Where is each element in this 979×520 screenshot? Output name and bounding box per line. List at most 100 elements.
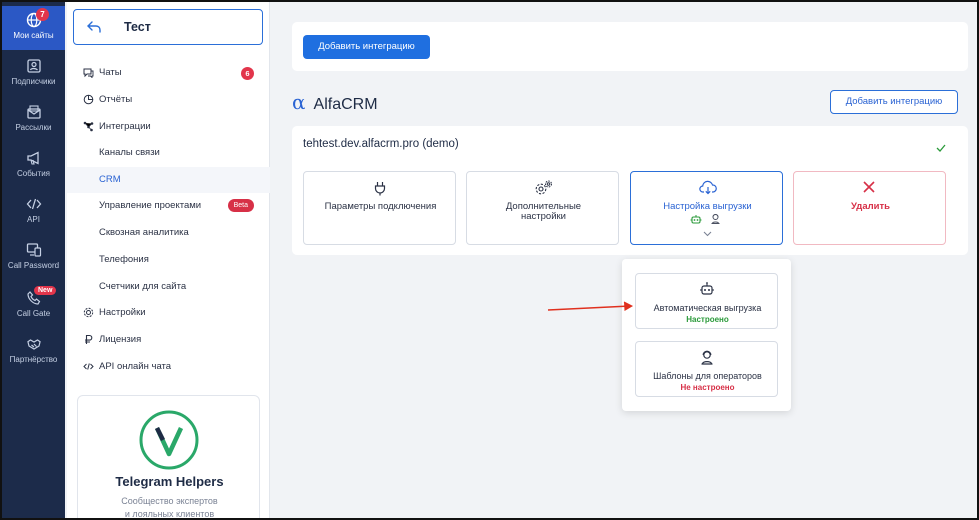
gears-icon [535, 180, 552, 195]
sidebar-item-chat-api[interactable]: API онлайн чата [67, 354, 270, 380]
chevron-down-icon [703, 231, 712, 237]
rail-item-partnership[interactable]: Партнёрство [2, 336, 65, 364]
notification-badge: 7 [36, 8, 49, 21]
beta-badge: Beta [227, 199, 254, 212]
rail-label: Мои сайты [13, 31, 54, 40]
megaphone-icon [26, 151, 39, 165]
tile-label: Настройка выгрузки [631, 202, 784, 212]
operator-status-icon [711, 214, 720, 224]
option-status: Не настроено [680, 383, 735, 392]
check-icon [936, 144, 946, 152]
sidebar-item-label: Каналы связи [99, 147, 160, 158]
sidebar-item-integrations[interactable]: Интеграции [67, 114, 270, 140]
sidebar-item-label: Отчёты [99, 94, 133, 105]
promo-title: Telegram Helpers [115, 474, 224, 489]
rail-item-mailings[interactable]: Рассылки [2, 104, 65, 132]
sidebar-item-project-management[interactable]: Управление проектами Beta [67, 193, 270, 219]
rail-label: Call Gate [16, 309, 51, 318]
promo-subtitle: Сообщество экспертов и лояльных клиентов [78, 495, 261, 519]
mail-icon [26, 105, 41, 119]
rail-label: Call Password [7, 261, 60, 270]
rail-item-call-password[interactable]: Call Password [2, 242, 65, 270]
option-status: Настроено [686, 315, 729, 324]
promo-subtitle-line: и лояльных клиентов [124, 509, 215, 519]
rail-label: Подписчики [11, 77, 56, 86]
integrations-icon [83, 121, 94, 132]
option-label: Шаблоны для операторов [653, 371, 762, 381]
unread-count-badge: 6 [241, 67, 254, 80]
rail-label: API [27, 215, 40, 224]
add-integration-section-button[interactable]: Добавить интеграцию [830, 90, 958, 114]
project-sidebar: Тест Чаты 6 Отчёты Интеграции Каналы свя… [67, 2, 270, 518]
section-title-text: AlfaCRM [313, 96, 378, 113]
code-icon [26, 198, 41, 210]
back-arrow-icon [87, 21, 101, 33]
add-integration-button[interactable]: Добавить интеграцию [303, 35, 430, 59]
export-settings-tile[interactable]: Настройка выгрузки [630, 171, 783, 245]
section-title: α AlfaCRM [292, 90, 378, 114]
close-icon [863, 181, 875, 193]
new-badge: New [34, 286, 57, 295]
plug-icon [374, 182, 386, 196]
contact-card-icon [26, 59, 41, 73]
rail-label: Рассылки [15, 123, 52, 132]
annotation-arrow-icon [547, 301, 634, 311]
additional-settings-tile[interactable]: Дополнительные настройки [466, 171, 619, 245]
export-settings-dropdown: Автоматическая выгрузка Настроено Шаблон… [622, 259, 791, 411]
rail-item-events[interactable]: События [2, 150, 65, 178]
sidebar-item-label: Интеграции [99, 121, 151, 132]
tile-label-line: Удалить [851, 201, 890, 212]
rail-label: Партнёрство [9, 355, 58, 364]
option-label: Автоматическая выгрузка [653, 303, 762, 313]
operator-templates-option[interactable]: Шаблоны для операторов Не настроено [635, 341, 778, 397]
alfacrm-logo: α [292, 90, 306, 114]
sidebar-item-crm[interactable]: CRM [67, 167, 270, 193]
auto-export-option[interactable]: Автоматическая выгрузка Настроено [635, 273, 778, 329]
rail-item-call-gate[interactable]: Call Gate New [2, 286, 65, 318]
ruble-icon [85, 334, 93, 344]
sidebar-item-label: Счетчики для сайта [99, 281, 187, 292]
telegram-helpers-promo[interactable]: Telegram Helpers Сообщество экспертов и … [77, 395, 261, 519]
sidebar-item-settings[interactable]: Настройки [67, 300, 270, 326]
sidebar-item-label: Лицензия [99, 334, 142, 345]
tile-label: Параметры подключения [304, 202, 457, 212]
sidebar-item-label: Телефония [99, 254, 149, 265]
tile-label: Удалить [794, 202, 947, 212]
sidebar-item-label: Управление проектами [99, 200, 202, 211]
project-title: Тест [124, 20, 151, 34]
tile-label: Дополнительные настройки [467, 202, 620, 222]
promo-subtitle-line: Сообщество экспертов [121, 496, 218, 506]
chart-pie-icon [83, 94, 94, 105]
sidebar-item-analytics[interactable]: Сквозная аналитика [67, 220, 270, 246]
back-button[interactable]: Тест [73, 9, 263, 45]
main-rail: Мои сайты 7 Подписчики Рассылки События … [2, 2, 65, 518]
robot-status-icon [690, 215, 702, 224]
sidebar-item-label: Чаты [99, 67, 122, 78]
integration-name: tehtest.dev.alfacrm.pro (demo) [303, 138, 459, 150]
sidebar-item-reports[interactable]: Отчёты [67, 87, 270, 113]
sidebar-item-label: Сквозная аналитика [99, 227, 189, 238]
sidebar-item-license[interactable]: Лицензия [67, 327, 270, 353]
operator-icon [701, 350, 713, 365]
sidebar-item-label: Настройки [99, 307, 146, 318]
rail-label: События [16, 169, 51, 178]
sidebar-item-telephony[interactable]: Телефония [67, 247, 270, 273]
sidebar-item-label: CRM [99, 174, 121, 185]
chat-icon [83, 68, 94, 78]
rail-item-my-sites[interactable]: Мои сайты 7 [2, 6, 65, 50]
sidebar-item-site-counters[interactable]: Счетчики для сайта [67, 274, 270, 300]
sidebar-item-label: API онлайн чата [99, 361, 172, 372]
delete-tile[interactable]: Удалить [793, 171, 946, 245]
telegram-helpers-logo [139, 410, 199, 470]
connection-params-tile[interactable]: Параметры подключения [303, 171, 456, 245]
rail-item-subscribers[interactable]: Подписчики [2, 58, 65, 86]
integration-card: tehtest.dev.alfacrm.pro (demo) Параметры… [292, 126, 968, 255]
robot-icon [700, 282, 714, 295]
cloud-download-icon [699, 180, 717, 195]
rail-item-api[interactable]: API [2, 196, 65, 224]
devices-icon [26, 243, 41, 257]
sidebar-item-channels[interactable]: Каналы связи [67, 140, 270, 166]
sidebar-item-chats[interactable]: Чаты 6 [67, 60, 270, 86]
tile-label-line: настройки [521, 211, 566, 222]
tile-label-line: Настройка выгрузки [663, 201, 752, 212]
